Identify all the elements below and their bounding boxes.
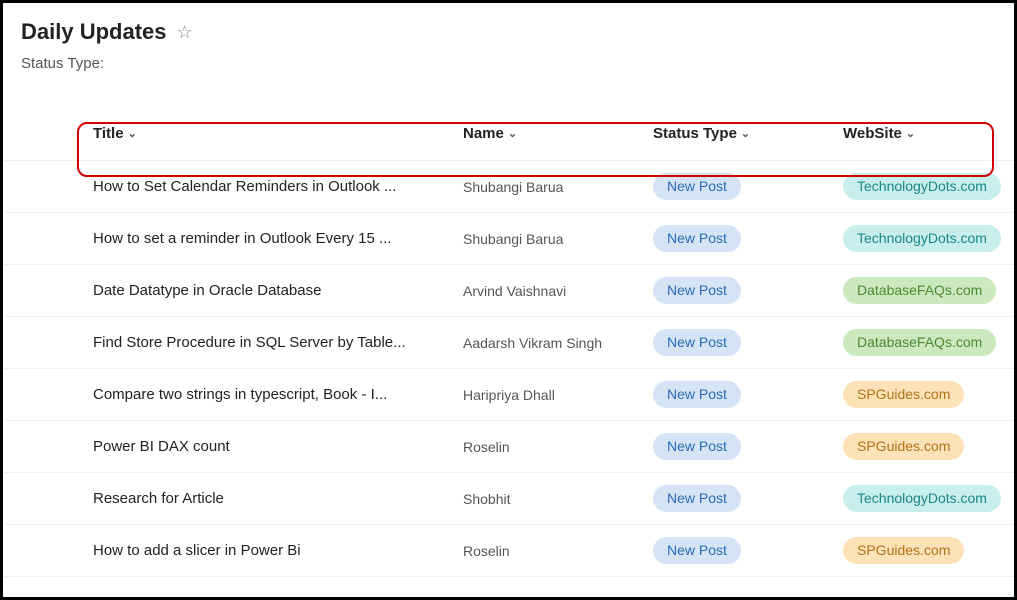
status-badge: New Post xyxy=(653,173,741,200)
cell-name: Shobhit xyxy=(463,491,653,507)
website-badge: SPGuides.com xyxy=(843,537,964,564)
column-header-title[interactable]: Title ⌄ xyxy=(93,125,463,142)
table-row[interactable]: Research for ArticleShobhitNew Post Techn… xyxy=(3,473,1014,525)
page-header: Daily Updates ☆ xyxy=(3,3,1014,55)
column-header-row: Title ⌄ Name ⌄ Status Type ⌄ WebSite ⌄ xyxy=(3,106,1014,161)
status-badge: New Post xyxy=(653,485,741,512)
website-badge: SPGuides.com xyxy=(843,381,964,408)
column-header-status[interactable]: Status Type ⌄ xyxy=(653,125,843,142)
status-badge: New Post xyxy=(653,537,741,564)
cell-title[interactable]: Research for Article xyxy=(93,490,463,507)
cell-status: New Post xyxy=(653,537,843,564)
cell-name: Roselin xyxy=(463,439,653,455)
cell-title[interactable]: Compare two strings in typescript, Book … xyxy=(93,386,463,403)
cell-website: SPGuides.com xyxy=(843,381,1014,408)
cell-website: TechnologyDots.com xyxy=(843,173,1014,200)
website-badge: TechnologyDots.com xyxy=(843,485,1001,512)
website-badge: DatabaseFAQs.com xyxy=(843,277,996,304)
cell-name: Aadarsh Vikram Singh xyxy=(463,335,653,351)
table-row[interactable]: Compare two strings in typescript, Book … xyxy=(3,369,1014,421)
table-row[interactable]: How to set a reminder in Outlook Every 1… xyxy=(3,213,1014,265)
cell-website: DatabaseFAQs.com xyxy=(843,277,1014,304)
cell-name: Shubangi Barua xyxy=(463,231,653,247)
status-badge: New Post xyxy=(653,433,741,460)
cell-name: Roselin xyxy=(463,543,653,559)
cell-status: New Post xyxy=(653,433,843,460)
cell-status: New Post xyxy=(653,381,843,408)
website-badge: TechnologyDots.com xyxy=(843,225,1001,252)
cell-title[interactable]: Find Store Procedure in SQL Server by Ta… xyxy=(93,334,463,351)
status-badge: New Post xyxy=(653,329,741,356)
cell-title[interactable]: How to add a slicer in Power Bi xyxy=(93,542,463,559)
table-row[interactable]: Find Store Procedure in SQL Server by Ta… xyxy=(3,317,1014,369)
list-view: Title ⌄ Name ⌄ Status Type ⌄ WebSite ⌄ H… xyxy=(3,106,1014,577)
cell-name: Arvind Vaishnavi xyxy=(463,283,653,299)
cell-website: SPGuides.com xyxy=(843,537,1014,564)
column-header-title-label: Title xyxy=(93,125,124,142)
cell-title[interactable]: Date Datatype in Oracle Database xyxy=(93,282,463,299)
column-header-name[interactable]: Name ⌄ xyxy=(463,125,653,142)
cell-title[interactable]: How to set a reminder in Outlook Every 1… xyxy=(93,230,463,247)
cell-status: New Post xyxy=(653,173,843,200)
website-badge: TechnologyDots.com xyxy=(843,173,1001,200)
cell-title[interactable]: How to Set Calendar Reminders in Outlook… xyxy=(93,178,463,195)
column-header-name-label: Name xyxy=(463,125,504,142)
cell-status: New Post xyxy=(653,485,843,512)
cell-name: Haripriya Dhall xyxy=(463,387,653,403)
status-badge: New Post xyxy=(653,225,741,252)
column-header-website-label: WebSite xyxy=(843,125,902,142)
status-badge: New Post xyxy=(653,381,741,408)
cell-status: New Post xyxy=(653,277,843,304)
status-badge: New Post xyxy=(653,277,741,304)
filter-label: Status Type: xyxy=(3,55,1014,80)
cell-title[interactable]: Power BI DAX count xyxy=(93,438,463,455)
table-row[interactable]: Power BI DAX countRoselinNew Post SPGuide… xyxy=(3,421,1014,473)
chevron-down-icon: ⌄ xyxy=(906,127,915,140)
cell-website: TechnologyDots.com xyxy=(843,485,1014,512)
cell-status: New Post xyxy=(653,329,843,356)
website-badge: DatabaseFAQs.com xyxy=(843,329,996,356)
column-header-status-label: Status Type xyxy=(653,125,737,142)
page-title: Daily Updates xyxy=(21,19,167,45)
cell-website: TechnologyDots.com xyxy=(843,225,1014,252)
website-badge: SPGuides.com xyxy=(843,433,964,460)
cell-name: Shubangi Barua xyxy=(463,179,653,195)
chevron-down-icon: ⌄ xyxy=(128,127,137,140)
column-header-website[interactable]: WebSite ⌄ xyxy=(843,125,1014,142)
chevron-down-icon: ⌄ xyxy=(741,127,750,140)
table-row[interactable]: How to add a slicer in Power BiRoselinNe… xyxy=(3,525,1014,577)
favorite-star-icon[interactable]: ☆ xyxy=(177,22,193,43)
chevron-down-icon: ⌄ xyxy=(508,127,517,140)
cell-status: New Post xyxy=(653,225,843,252)
table-row[interactable]: Date Datatype in Oracle DatabaseArvind V… xyxy=(3,265,1014,317)
cell-website: SPGuides.com xyxy=(843,433,1014,460)
cell-website: DatabaseFAQs.com xyxy=(843,329,1014,356)
table-row[interactable]: How to Set Calendar Reminders in Outlook… xyxy=(3,161,1014,213)
